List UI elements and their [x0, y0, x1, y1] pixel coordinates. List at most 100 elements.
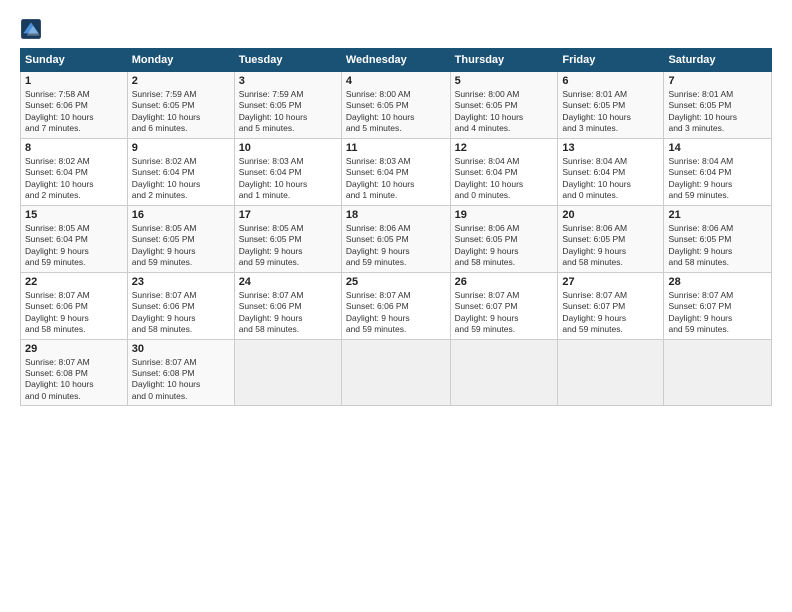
day-number: 4 — [346, 75, 446, 87]
calendar-cell: 29 Sunrise: 8:07 AM Sunset: 6:08 PM Dayli… — [21, 339, 128, 406]
day-detail: Sunrise: 8:01 AM Sunset: 6:05 PM Dayligh… — [562, 89, 659, 135]
day-detail: Sunrise: 8:03 AM Sunset: 6:04 PM Dayligh… — [346, 156, 446, 202]
day-detail: Sunrise: 8:07 AM Sunset: 6:08 PM Dayligh… — [132, 357, 230, 403]
weekday-header: Thursday — [450, 49, 558, 72]
day-number: 16 — [132, 209, 230, 221]
calendar-cell — [558, 339, 664, 406]
day-detail: Sunrise: 7:59 AM Sunset: 6:05 PM Dayligh… — [239, 89, 337, 135]
calendar-cell: 8 Sunrise: 8:02 AM Sunset: 6:04 PM Daylig… — [21, 138, 128, 205]
calendar-cell: 21 Sunrise: 8:06 AM Sunset: 6:05 PM Dayli… — [664, 205, 772, 272]
day-detail: Sunrise: 8:03 AM Sunset: 6:04 PM Dayligh… — [239, 156, 337, 202]
day-detail: Sunrise: 8:06 AM Sunset: 6:05 PM Dayligh… — [346, 223, 446, 269]
day-detail: Sunrise: 8:05 AM Sunset: 6:05 PM Dayligh… — [132, 223, 230, 269]
day-number: 5 — [455, 75, 554, 87]
day-detail: Sunrise: 8:04 AM Sunset: 6:04 PM Dayligh… — [668, 156, 767, 202]
day-number: 25 — [346, 276, 446, 288]
day-number: 13 — [562, 142, 659, 154]
day-detail: Sunrise: 8:07 AM Sunset: 6:08 PM Dayligh… — [25, 357, 123, 403]
calendar-cell — [450, 339, 558, 406]
calendar-cell: 3 Sunrise: 7:59 AM Sunset: 6:05 PM Daylig… — [234, 72, 341, 139]
calendar-cell: 4 Sunrise: 8:00 AM Sunset: 6:05 PM Daylig… — [341, 72, 450, 139]
day-number: 14 — [668, 142, 767, 154]
calendar-week-row: 22 Sunrise: 8:07 AM Sunset: 6:06 PM Dayli… — [21, 272, 772, 339]
day-detail: Sunrise: 8:07 AM Sunset: 6:06 PM Dayligh… — [25, 290, 123, 336]
calendar-cell: 18 Sunrise: 8:06 AM Sunset: 6:05 PM Dayli… — [341, 205, 450, 272]
day-detail: Sunrise: 8:07 AM Sunset: 6:06 PM Dayligh… — [132, 290, 230, 336]
calendar-week-row: 8 Sunrise: 8:02 AM Sunset: 6:04 PM Daylig… — [21, 138, 772, 205]
day-number: 23 — [132, 276, 230, 288]
day-detail: Sunrise: 8:06 AM Sunset: 6:05 PM Dayligh… — [455, 223, 554, 269]
calendar-cell: 17 Sunrise: 8:05 AM Sunset: 6:05 PM Dayli… — [234, 205, 341, 272]
day-number: 3 — [239, 75, 337, 87]
calendar-cell: 30 Sunrise: 8:07 AM Sunset: 6:08 PM Dayli… — [127, 339, 234, 406]
logo — [20, 18, 46, 40]
day-number: 30 — [132, 343, 230, 355]
day-detail: Sunrise: 8:07 AM Sunset: 6:06 PM Dayligh… — [239, 290, 337, 336]
day-number: 7 — [668, 75, 767, 87]
day-detail: Sunrise: 8:01 AM Sunset: 6:05 PM Dayligh… — [668, 89, 767, 135]
day-number: 18 — [346, 209, 446, 221]
calendar-cell: 11 Sunrise: 8:03 AM Sunset: 6:04 PM Dayli… — [341, 138, 450, 205]
weekday-header: Tuesday — [234, 49, 341, 72]
calendar-body: 1 Sunrise: 7:58 AM Sunset: 6:06 PM Daylig… — [21, 72, 772, 406]
weekday-header: Monday — [127, 49, 234, 72]
calendar-cell: 24 Sunrise: 8:07 AM Sunset: 6:06 PM Dayli… — [234, 272, 341, 339]
calendar-cell: 13 Sunrise: 8:04 AM Sunset: 6:04 PM Dayli… — [558, 138, 664, 205]
day-number: 11 — [346, 142, 446, 154]
calendar-cell: 12 Sunrise: 8:04 AM Sunset: 6:04 PM Dayli… — [450, 138, 558, 205]
calendar-cell: 14 Sunrise: 8:04 AM Sunset: 6:04 PM Dayli… — [664, 138, 772, 205]
calendar-cell: 10Sunrise: 8:03 AM Sunset: 6:04 PM Dayli… — [234, 138, 341, 205]
page-header — [20, 18, 772, 40]
calendar-header-row: SundayMondayTuesdayWednesdayThursdayFrid… — [21, 49, 772, 72]
calendar-cell: 20Sunrise: 8:06 AM Sunset: 6:05 PM Dayli… — [558, 205, 664, 272]
calendar-page: SundayMondayTuesdayWednesdayThursdayFrid… — [0, 0, 792, 612]
day-detail: Sunrise: 7:59 AM Sunset: 6:05 PM Dayligh… — [132, 89, 230, 135]
day-detail: Sunrise: 8:04 AM Sunset: 6:04 PM Dayligh… — [562, 156, 659, 202]
day-number: 9 — [132, 142, 230, 154]
day-detail: Sunrise: 8:02 AM Sunset: 6:04 PM Dayligh… — [132, 156, 230, 202]
day-number: 15 — [25, 209, 123, 221]
day-number: 27 — [562, 276, 659, 288]
weekday-header: Sunday — [21, 49, 128, 72]
calendar-cell: 7 Sunrise: 8:01 AM Sunset: 6:05 PM Daylig… — [664, 72, 772, 139]
calendar-cell — [664, 339, 772, 406]
day-detail: Sunrise: 8:06 AM Sunset: 6:05 PM Dayligh… — [668, 223, 767, 269]
calendar-cell: 22 Sunrise: 8:07 AM Sunset: 6:06 PM Dayli… — [21, 272, 128, 339]
calendar-cell — [341, 339, 450, 406]
day-detail: Sunrise: 8:07 AM Sunset: 6:06 PM Dayligh… — [346, 290, 446, 336]
calendar-table: SundayMondayTuesdayWednesdayThursdayFrid… — [20, 48, 772, 406]
calendar-week-row: 15 Sunrise: 8:05 AM Sunset: 6:04 PM Dayli… — [21, 205, 772, 272]
calendar-cell: 9 Sunrise: 8:02 AM Sunset: 6:04 PM Daylig… — [127, 138, 234, 205]
weekday-header: Saturday — [664, 49, 772, 72]
calendar-cell: 6Sunrise: 8:01 AM Sunset: 6:05 PM Daylig… — [558, 72, 664, 139]
day-number: 8 — [25, 142, 123, 154]
day-detail: Sunrise: 8:02 AM Sunset: 6:04 PM Dayligh… — [25, 156, 123, 202]
day-number: 12 — [455, 142, 554, 154]
day-number: 28 — [668, 276, 767, 288]
day-detail: Sunrise: 8:00 AM Sunset: 6:05 PM Dayligh… — [455, 89, 554, 135]
day-number: 17 — [239, 209, 337, 221]
calendar-cell: 27Sunrise: 8:07 AM Sunset: 6:07 PM Dayli… — [558, 272, 664, 339]
day-number: 24 — [239, 276, 337, 288]
calendar-cell — [234, 339, 341, 406]
day-detail: Sunrise: 8:00 AM Sunset: 6:05 PM Dayligh… — [346, 89, 446, 135]
day-number: 2 — [132, 75, 230, 87]
day-detail: Sunrise: 8:07 AM Sunset: 6:07 PM Dayligh… — [668, 290, 767, 336]
day-detail: Sunrise: 8:05 AM Sunset: 6:04 PM Dayligh… — [25, 223, 123, 269]
day-detail: Sunrise: 8:04 AM Sunset: 6:04 PM Dayligh… — [455, 156, 554, 202]
day-detail: Sunrise: 8:05 AM Sunset: 6:05 PM Dayligh… — [239, 223, 337, 269]
weekday-header: Wednesday — [341, 49, 450, 72]
calendar-week-row: 1 Sunrise: 7:58 AM Sunset: 6:06 PM Daylig… — [21, 72, 772, 139]
calendar-cell: 19 Sunrise: 8:06 AM Sunset: 6:05 PM Dayli… — [450, 205, 558, 272]
calendar-week-row: 29 Sunrise: 8:07 AM Sunset: 6:08 PM Dayli… — [21, 339, 772, 406]
day-number: 29 — [25, 343, 123, 355]
day-number: 22 — [25, 276, 123, 288]
calendar-cell: 25 Sunrise: 8:07 AM Sunset: 6:06 PM Dayli… — [341, 272, 450, 339]
day-number: 19 — [455, 209, 554, 221]
day-detail: Sunrise: 7:58 AM Sunset: 6:06 PM Dayligh… — [25, 89, 123, 135]
day-number: 1 — [25, 75, 123, 87]
calendar-cell: 26Sunrise: 8:07 AM Sunset: 6:07 PM Dayli… — [450, 272, 558, 339]
calendar-cell: 28 Sunrise: 8:07 AM Sunset: 6:07 PM Dayli… — [664, 272, 772, 339]
day-number: 21 — [668, 209, 767, 221]
calendar-cell: 2 Sunrise: 7:59 AM Sunset: 6:05 PM Daylig… — [127, 72, 234, 139]
